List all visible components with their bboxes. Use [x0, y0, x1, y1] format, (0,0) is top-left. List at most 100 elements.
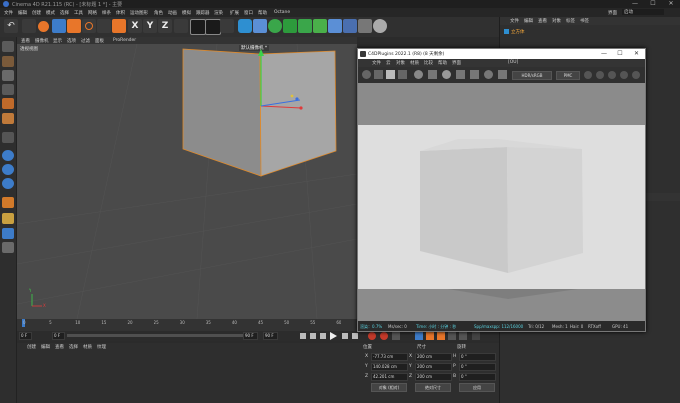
snap-icon[interactable]: [2, 150, 14, 161]
frame-end-preview-field[interactable]: 90 F: [263, 332, 278, 340]
menu-edit[interactable]: 编辑: [18, 10, 27, 16]
object-name[interactable]: 立方体: [511, 29, 525, 35]
environment-icon[interactable]: [343, 19, 357, 33]
mat-tab-material[interactable]: 材质: [83, 344, 92, 350]
rotate-key-icon[interactable]: [437, 332, 445, 340]
channel-blue-icon[interactable]: [608, 71, 616, 79]
rotation-h-field[interactable]: 0 °: [459, 353, 496, 361]
model-mode-icon[interactable]: [2, 56, 14, 67]
restart-render-icon[interactable]: [374, 70, 383, 79]
paint-icon[interactable]: [2, 197, 14, 208]
menu-simulate[interactable]: 模拟: [182, 10, 191, 16]
live-select-icon[interactable]: [38, 21, 49, 32]
rotate-icon[interactable]: [82, 19, 96, 33]
om-menu-view[interactable]: 查看: [538, 18, 547, 24]
camera-icon[interactable]: [358, 19, 372, 33]
menu-file[interactable]: 文件: [4, 10, 13, 16]
om-menu-edit[interactable]: 编辑: [524, 18, 533, 24]
next-frame-icon[interactable]: [342, 333, 348, 339]
recent-tools-icon[interactable]: [97, 19, 111, 33]
fields-icon[interactable]: [313, 19, 327, 33]
frame-start-field[interactable]: 0 F: [19, 332, 32, 340]
mat-tab-select[interactable]: 选择: [69, 344, 78, 350]
subdivision-icon[interactable]: [268, 19, 282, 33]
render-settings-icon[interactable]: [220, 19, 234, 33]
menu-volume[interactable]: 体积: [116, 10, 125, 16]
perspective-viewport[interactable]: 透视视图 默认摄像机 * Y X: [17, 44, 357, 319]
apply-button[interactable]: 应用: [459, 383, 495, 392]
menu-octane[interactable]: Octane: [274, 10, 290, 15]
move-icon[interactable]: [52, 19, 66, 33]
position-y-field[interactable]: 140.028 cm: [371, 363, 408, 371]
popup-close-button[interactable]: ✕: [628, 49, 645, 59]
edges-mode-icon[interactable]: [2, 98, 14, 109]
popup-menu-help[interactable]: 帮助: [438, 60, 447, 66]
popup-menu-gui[interactable]: 界面: [452, 60, 461, 66]
workplane-icon[interactable]: [2, 178, 14, 189]
coordinate-system-icon[interactable]: [112, 19, 126, 33]
lock-resolution-icon[interactable]: [470, 70, 479, 79]
menu-mograph[interactable]: 运动图形: [130, 10, 148, 16]
rotation-b-field[interactable]: 0 °: [459, 373, 496, 381]
channel-alpha-icon[interactable]: [620, 71, 628, 79]
color-space-dropdown[interactable]: HDR/sRGB: [512, 71, 552, 80]
menu-tools[interactable]: 工具: [74, 10, 83, 16]
menu-spline[interactable]: 样条: [102, 10, 111, 16]
channel-green-icon[interactable]: [596, 71, 604, 79]
cloner-icon[interactable]: [283, 19, 297, 33]
menu-select[interactable]: 选择: [60, 10, 69, 16]
settings-icon[interactable]: [414, 70, 423, 79]
param-key-icon[interactable]: [448, 332, 456, 340]
menu-mesh[interactable]: 网格: [88, 10, 97, 16]
post-effects-icon[interactable]: [498, 70, 507, 79]
autokey-icon[interactable]: [380, 332, 388, 340]
prev-key-icon[interactable]: [310, 333, 316, 339]
kernel-dropdown[interactable]: PMC: [556, 71, 580, 80]
grid-icon[interactable]: [2, 213, 14, 224]
scale-icon[interactable]: [67, 19, 81, 33]
pause-render-icon[interactable]: [386, 70, 395, 79]
om-menu-bookmarks[interactable]: 书签: [580, 18, 589, 24]
scale-key-icon[interactable]: [426, 332, 434, 340]
popup-maximize-button[interactable]: ☐: [612, 49, 628, 59]
mat-tab-texture[interactable]: 纹理: [97, 344, 106, 350]
range-slider[interactable]: [67, 334, 247, 337]
popup-menu-objects[interactable]: 对象: [396, 60, 405, 66]
om-menu-tags[interactable]: 标签: [566, 18, 575, 24]
render-view-canvas[interactable]: [358, 83, 645, 321]
x-axis-lock-button[interactable]: X: [128, 19, 142, 33]
render-picture-viewer-icon[interactable]: [205, 19, 221, 35]
render-view-icon[interactable]: [190, 19, 206, 35]
world-coordinates-icon[interactable]: [174, 19, 188, 33]
size-x-field[interactable]: 200 cm: [415, 353, 452, 361]
popup-menu-file[interactable]: 文件: [372, 60, 381, 66]
position-z-field[interactable]: 42.201 cm: [371, 373, 408, 381]
popup-minimize-button[interactable]: —: [596, 49, 612, 59]
plane-handle-icon[interactable]: [290, 94, 294, 98]
go-to-start-icon[interactable]: [300, 333, 306, 339]
z-axis-lock-button[interactable]: Z: [158, 19, 172, 33]
mat-tab-view[interactable]: 查看: [55, 344, 64, 350]
lock-workplane-icon[interactable]: [2, 228, 14, 239]
pla-key-icon[interactable]: [459, 332, 467, 340]
maximize-button[interactable]: ☐: [644, 0, 662, 8]
size-mode-dropdown[interactable]: 绝对尺寸: [415, 383, 451, 392]
material-picker-icon[interactable]: [442, 70, 451, 79]
coord-mode-dropdown[interactable]: 对象 (相对): [371, 383, 407, 392]
popup-menu-compare[interactable]: 比较: [424, 60, 433, 66]
scene-icon[interactable]: [328, 19, 342, 33]
popup-menu-materials[interactable]: 材质: [410, 60, 419, 66]
layout-dropdown[interactable]: 启动: [622, 9, 664, 15]
timeline-options-icon[interactable]: [472, 332, 480, 340]
menu-window[interactable]: 窗口: [244, 10, 253, 16]
x-axis-dot-icon[interactable]: [299, 106, 303, 110]
minimize-button[interactable]: —: [626, 0, 644, 8]
size-y-field[interactable]: 200 cm: [415, 363, 452, 371]
make-editable-icon[interactable]: [2, 41, 14, 52]
redo-icon[interactable]: [22, 19, 36, 33]
channel-red-icon[interactable]: [584, 71, 592, 79]
pick-focus-icon[interactable]: [428, 70, 437, 79]
texture-mode-icon[interactable]: [2, 70, 14, 81]
snap-settings-icon[interactable]: [2, 164, 14, 175]
cube-side-face[interactable]: [259, 50, 337, 177]
